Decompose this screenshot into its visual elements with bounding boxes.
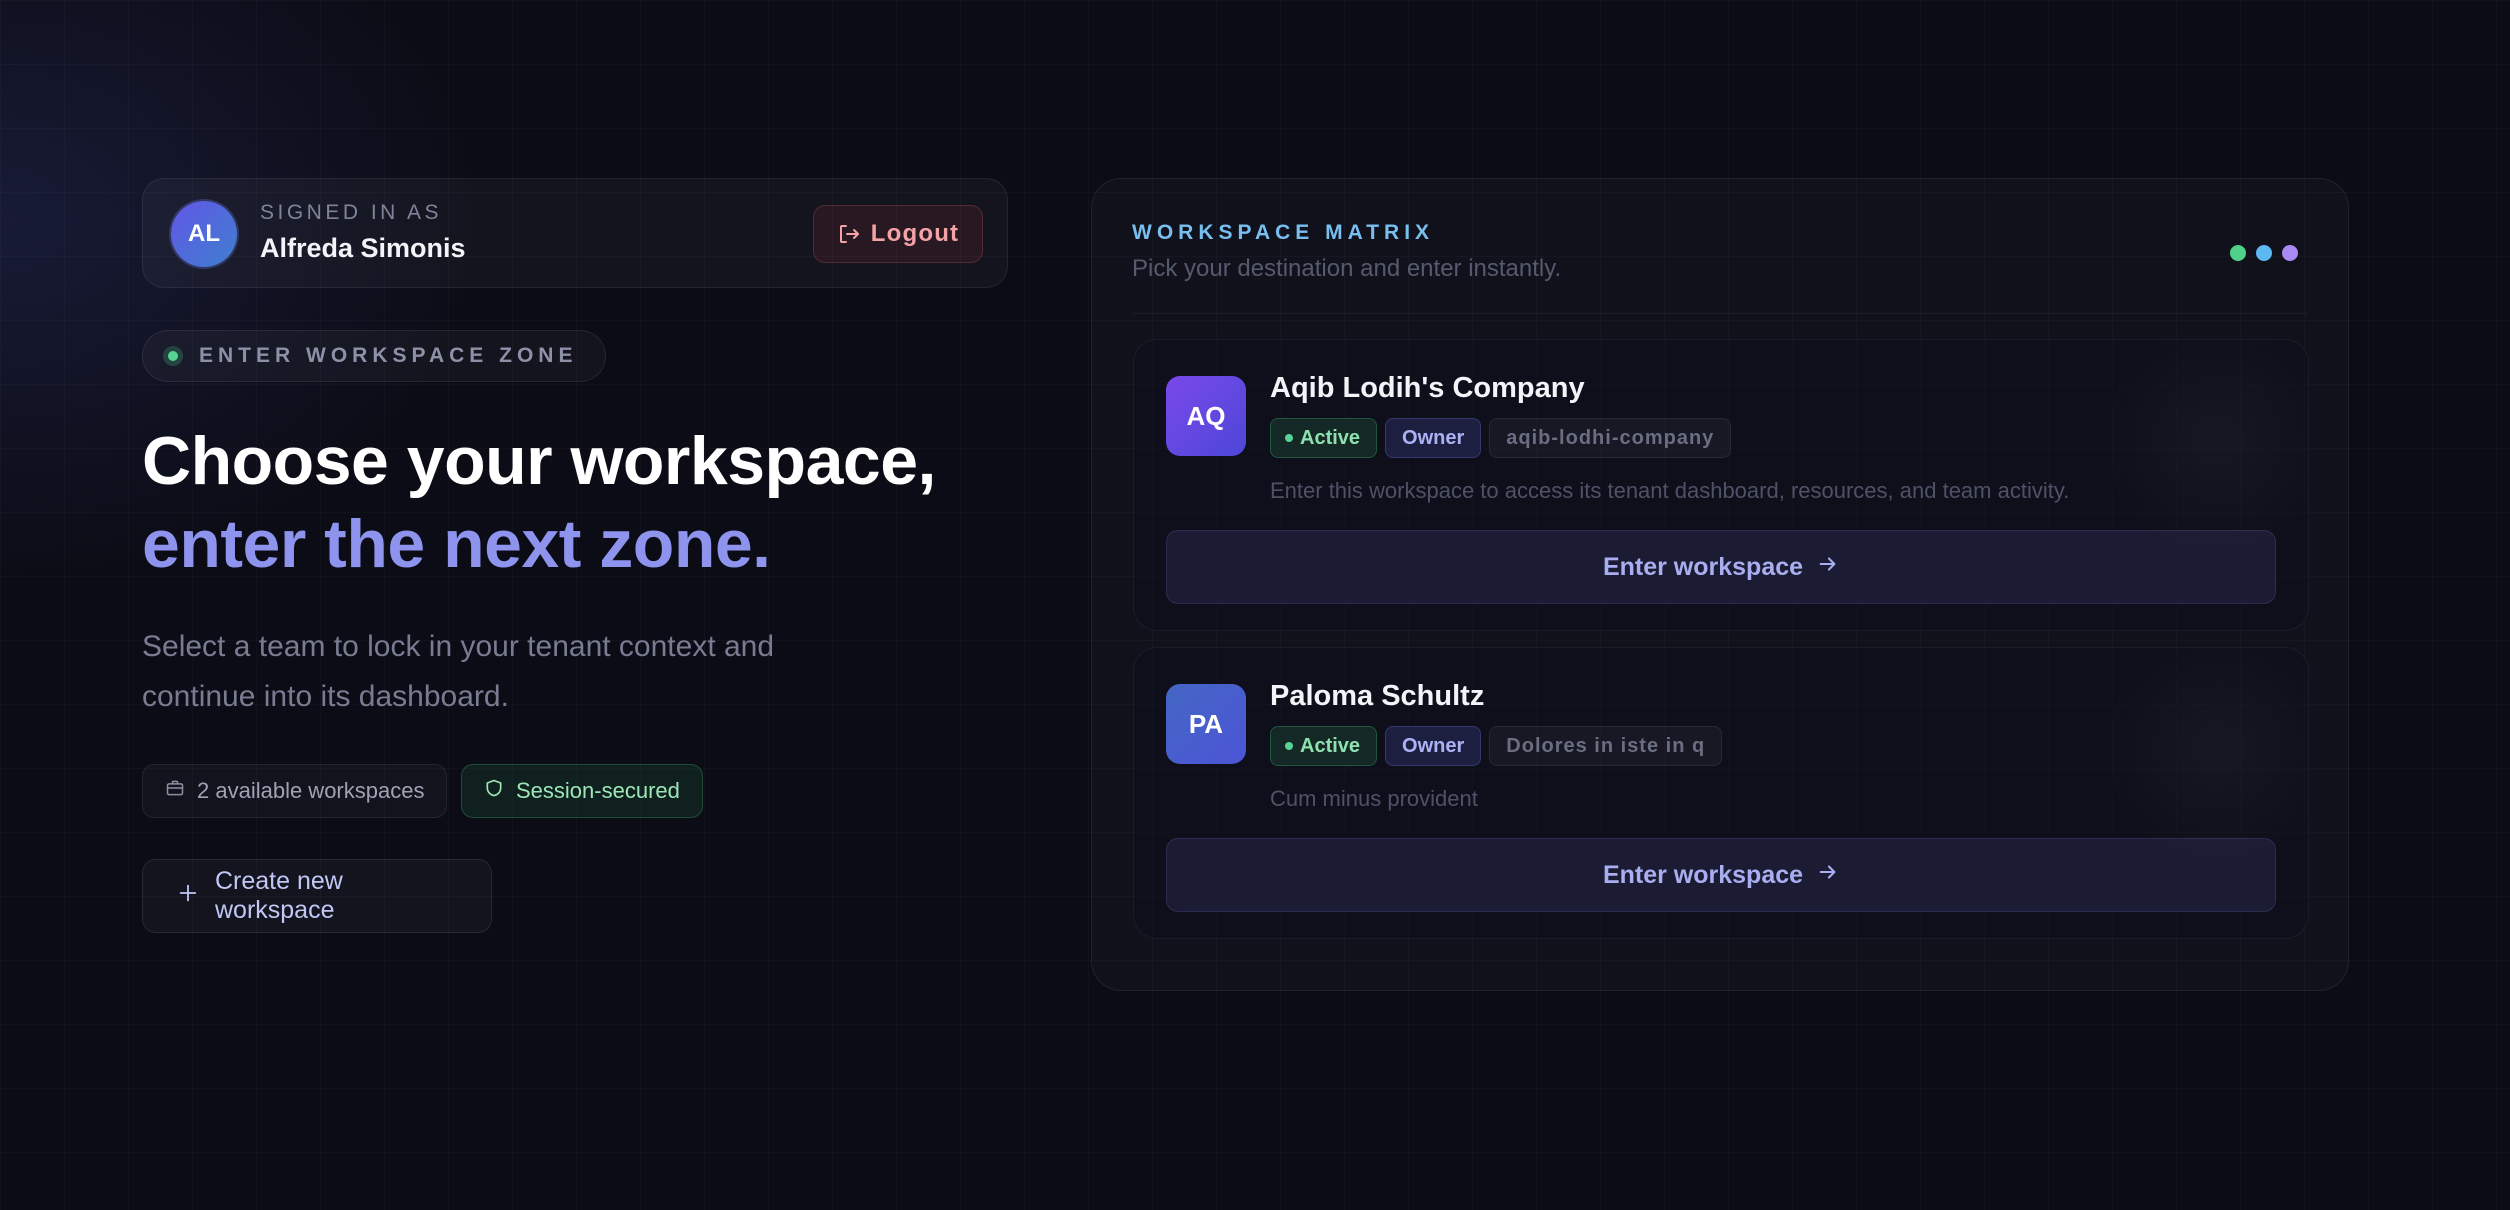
create-workspace-button[interactable]: Create new workspace [142,859,492,933]
shield-icon [484,778,504,804]
workspace-badges: Active Owner Dolores in iste in q [1270,726,1723,766]
session-secured-label: Session-secured [516,778,680,803]
signed-in-card: AL SIGNED IN AS Alfreda Simonis Logout [142,178,1008,288]
workspace-avatar: PA [1166,684,1246,764]
blue-dot-icon [2256,245,2272,261]
logout-button[interactable]: Logout [813,205,983,263]
enter-workspace-label: Enter workspace [1602,552,1804,581]
matrix-subtitle: Pick your destination and enter instantl… [1132,255,1562,282]
logout-icon [837,222,861,246]
arrow-right-icon [1817,861,1839,890]
role-badge: Owner [1385,418,1482,458]
arrow-right-icon [1817,553,1839,582]
headline-line-1: Choose your workspace, [142,423,936,499]
session-secured-chip: Session-secured [461,764,703,818]
user-avatar: AL [171,201,237,267]
briefcase-icon [165,778,185,804]
signed-in-label: SIGNED IN AS [260,201,443,224]
workspace-card: PA Paloma Schultz Active Owner Dolores i… [1133,647,2309,939]
status-badge: Active [1270,726,1378,766]
slug-badge: aqib-lodhi-company [1489,418,1732,458]
divider [1132,313,2308,314]
workspace-avatar: AQ [1166,376,1246,456]
workspace-badges: Active Owner aqib-lodhi-company [1270,418,1732,458]
green-dot-icon [2230,245,2246,261]
page-subtitle: Select a team to lock in your tenant con… [142,630,775,713]
create-workspace-label: Create new workspace [215,867,343,924]
workspace-description: Enter this workspace to access its tenan… [1270,478,2070,503]
headline-line-2: enter the next zone. [142,506,771,582]
slug-badge: Dolores in iste in q [1489,726,1723,766]
page-title: Choose your workspace, enter the next zo… [142,420,936,586]
workspace-matrix-panel: WORKSPACE MATRIX Pick your destination a… [1091,178,2349,991]
workspace-description: Cum minus provident [1270,786,1478,811]
user-name: Alfreda Simonis [260,233,466,263]
window-dots [2230,245,2298,261]
role-badge: Owner [1385,726,1482,766]
status-dot-icon [163,346,183,366]
workspace-count-label: 2 available workspaces [197,778,425,803]
enter-workspace-button[interactable]: Enter workspace [1166,530,2276,604]
workspace-name: Aqib Lodih's Company [1270,372,1585,404]
logout-label: Logout [870,220,960,247]
status-badge: Active [1270,418,1378,458]
enter-workspace-button[interactable]: Enter workspace [1166,838,2276,912]
zone-badge: ENTER WORKSPACE ZONE [142,330,607,382]
workspace-count-chip: 2 available workspaces [142,764,448,818]
enter-workspace-label: Enter workspace [1602,860,1804,889]
zone-label: ENTER WORKSPACE ZONE [199,344,578,367]
matrix-title: WORKSPACE MATRIX [1132,221,1435,244]
plus-icon [177,882,199,911]
workspace-name: Paloma Schultz [1270,680,1485,712]
workspace-card: AQ Aqib Lodih's Company Active Owner aqi… [1133,339,2309,631]
purple-dot-icon [2282,245,2298,261]
